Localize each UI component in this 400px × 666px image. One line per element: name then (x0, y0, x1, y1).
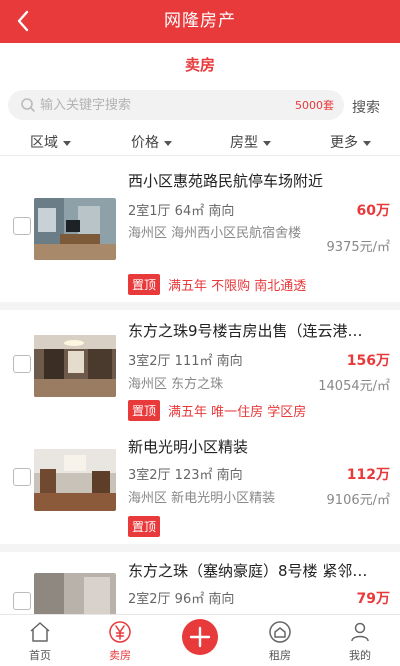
tab-mine[interactable]: 我的 (330, 615, 390, 666)
listing-location: 海州区 东方之珠 (128, 377, 224, 392)
listing-price: 156万 (346, 353, 390, 369)
listing-divider (0, 302, 400, 310)
filter-region-label: 区域 (30, 135, 58, 151)
app-title: 网隆房产 (164, 11, 236, 31)
tab-sell-label: 卖房 (109, 649, 131, 662)
user-icon (351, 622, 369, 642)
caret-down-icon (363, 140, 371, 146)
listing-title[interactable]: 西小区惠苑路民航停车场附近 (128, 170, 390, 191)
listing-unit-price: 9106元/㎡ (326, 493, 390, 508)
caret-down-icon (164, 140, 172, 146)
section-title: 卖房 (184, 56, 215, 74)
bottom-tab-bar: 首页 卖房 租房 我的 (0, 614, 400, 666)
add-listing-button[interactable] (182, 619, 218, 655)
tab-rent[interactable]: 租房 (250, 615, 310, 666)
listing-photo (34, 449, 116, 511)
listing-photo (34, 335, 116, 397)
rent-house-icon (269, 621, 291, 643)
listing-checkbox[interactable] (13, 355, 31, 373)
listing-divider (0, 544, 400, 552)
filter-region[interactable]: 区域 (30, 132, 71, 152)
listing-item[interactable]: 东方之珠（塞纳豪庭）8号楼 紧邻… 2室2厅 96㎡ 南向 79万 (0, 552, 400, 614)
pinned-badge: 置顶 (128, 400, 161, 421)
filter-layout[interactable]: 房型 (230, 132, 271, 152)
pinned-badge: 置顶 (128, 516, 161, 537)
caret-down-icon (263, 140, 271, 146)
tab-home[interactable]: 首页 (10, 615, 70, 666)
listing-location: 海州区 新电光明小区精装 (128, 491, 276, 506)
filter-price-label: 价格 (131, 135, 159, 151)
top-bar: 网隆房产 (0, 0, 400, 43)
listing-price: 60万 (356, 203, 390, 219)
listing-unit-price: 9375元/㎡ (326, 240, 390, 255)
listing-tags: 置顶 满五年 唯一住房 学区房 (128, 400, 310, 421)
tab-sell[interactable]: 卖房 (90, 615, 150, 666)
listing-location: 海州区 海州西小区民航宿舍楼 (128, 226, 302, 241)
tab-home-label: 首页 (29, 649, 51, 662)
listing-photo (34, 573, 116, 614)
tab-mine-label: 我的 (349, 649, 371, 662)
caret-down-icon (63, 140, 71, 146)
listing-specs: 3室2厅 123㎡ 南向 (128, 468, 243, 483)
search-bar: 5000套 (8, 90, 344, 120)
listing-checkbox[interactable] (13, 592, 31, 610)
listing-checkbox[interactable] (13, 217, 31, 235)
listing-specs: 2室2厅 96㎡ 南向 (128, 592, 235, 607)
search-button[interactable]: 搜索 (352, 97, 380, 117)
search-icon (21, 98, 35, 112)
search-input[interactable] (40, 94, 280, 116)
plus-icon (189, 626, 211, 648)
listing-price: 112万 (346, 467, 390, 483)
pinned-badge: 置顶 (128, 274, 161, 295)
listing-item[interactable]: 东方之珠9号楼吉房出售（连云港… 3室2厅 111㎡ 南向 156万 海州区 东… (0, 310, 400, 428)
listing-checkbox[interactable] (13, 468, 31, 486)
listing-specs: 2室1厅 64㎡ 南向 (128, 204, 235, 219)
listing-title[interactable]: 新电光明小区精装 (128, 436, 390, 457)
listing-tags: 置顶 满五年 不限购 南北通透 (128, 274, 310, 295)
listing-title[interactable]: 东方之珠（塞纳豪庭）8号楼 紧邻… (128, 560, 390, 581)
tab-rent-label: 租房 (269, 649, 291, 662)
listing-price: 79万 (356, 591, 390, 607)
listing-tag-text: 满五年 不限购 南北通透 (168, 279, 307, 294)
filter-price[interactable]: 价格 (131, 132, 172, 152)
home-icon (30, 622, 50, 642)
filter-layout-label: 房型 (230, 135, 258, 151)
yuan-icon (109, 621, 131, 643)
listing-tags: 置顶 (128, 516, 168, 537)
listing-tag-text: 满五年 唯一住房 学区房 (168, 405, 307, 420)
filter-more[interactable]: 更多 (330, 132, 371, 152)
listing-title[interactable]: 东方之珠9号楼吉房出售（连云港… (128, 320, 390, 341)
listing-specs: 3室2厅 111㎡ 南向 (128, 354, 243, 369)
listing-item[interactable]: 西小区惠苑路民航停车场附近 2室1厅 64㎡ 南向 60万 海州区 海州西小区民… (0, 160, 400, 300)
filter-more-label: 更多 (330, 135, 358, 151)
filter-bar: 区域 价格 房型 更多 (0, 128, 400, 156)
listing-count: 5000套 (295, 99, 334, 112)
listing-photo (34, 198, 116, 260)
listing-unit-price: 14054元/㎡ (318, 379, 390, 394)
listing-item[interactable]: 新电光明小区精装 3室2厅 123㎡ 南向 112万 海州区 新电光明小区精装 … (0, 428, 400, 544)
